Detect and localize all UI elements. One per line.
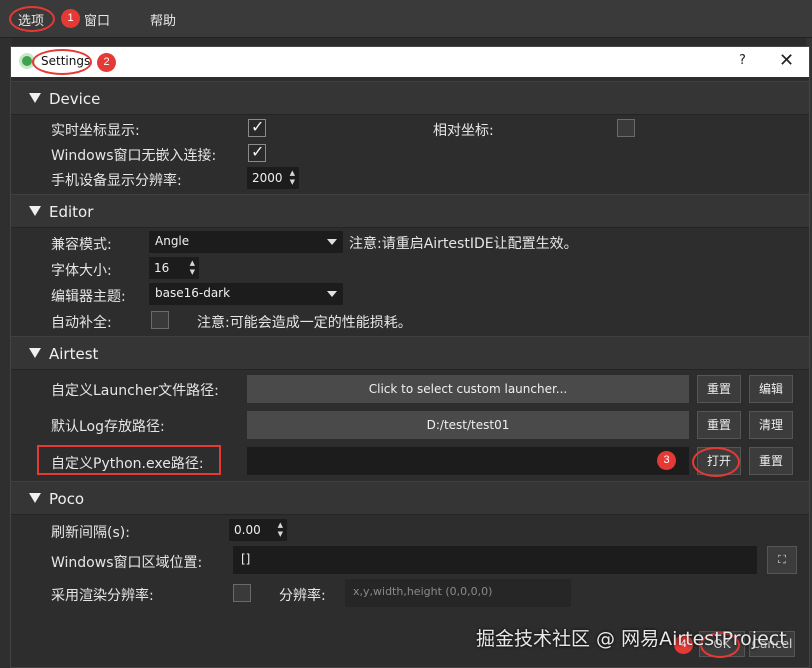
resolution-value: 2000: [252, 171, 283, 185]
annotation-circle-menu-options: [9, 6, 55, 32]
launcher-path-field[interactable]: Click to select custom launcher...: [247, 375, 689, 403]
autocomplete-label: 自动补全:: [51, 315, 112, 331]
annotation-badge-3: 3: [657, 451, 676, 470]
section-device-title: Device: [49, 90, 101, 108]
window-region-label: Windows窗口区域位置:: [51, 555, 203, 571]
realtime-coords-checkbox[interactable]: ✓: [248, 117, 266, 137]
settings-dialog: Settings ? ✕ Device 实时坐标显示: ✓ 相对坐标: Wind…: [10, 46, 810, 668]
section-editor-title: Editor: [49, 203, 94, 221]
render-resolution-label: 采用渲染分辨率:: [51, 588, 154, 604]
render-resolution-checkbox[interactable]: [233, 584, 251, 602]
spin-arrows-icon[interactable]: ▲ ▼: [278, 521, 283, 539]
section-airtest-header[interactable]: Airtest: [11, 336, 809, 370]
section-editor-header[interactable]: Editor: [11, 194, 809, 228]
refresh-interval-spinbox[interactable]: 0.00 ▲ ▼: [229, 519, 287, 541]
log-reset-button[interactable]: 重置: [697, 411, 741, 439]
chevron-down-icon: [327, 239, 337, 245]
refresh-interval-value: 0.00: [234, 523, 261, 537]
compat-mode-note: 注意:请重启AirtestIDE让配置生效。: [349, 236, 578, 252]
spin-arrows-icon[interactable]: ▲ ▼: [290, 169, 295, 187]
poco-resolution-input[interactable]: x,y,width,height (0,0,0,0): [345, 579, 571, 607]
compat-mode-select[interactable]: Angle: [149, 231, 343, 253]
window-region-input[interactable]: []: [233, 546, 757, 574]
python-reset-button[interactable]: 重置: [749, 447, 793, 475]
poco-resolution-label: 分辨率:: [279, 588, 326, 604]
triangle-down-icon: [29, 206, 41, 216]
windows-embed-checkbox[interactable]: ✓: [248, 142, 266, 162]
compat-mode-label: 兼容模式:: [51, 237, 112, 253]
windows-embed-label: Windows窗口无嵌入连接:: [51, 148, 217, 164]
python-path-field[interactable]: [247, 447, 689, 475]
annotation-badge-2: 2: [97, 53, 116, 72]
annotation-badge-1: 1: [61, 9, 80, 28]
fullscreen-icon[interactable]: ⛶: [767, 546, 797, 574]
watermark-text: 掘金技术社区 @ 网易AirtestProject: [476, 628, 787, 650]
section-poco-header[interactable]: Poco: [11, 481, 809, 515]
menu-window[interactable]: 窗口: [84, 10, 110, 29]
dialog-titlebar[interactable]: Settings ? ✕: [11, 47, 809, 77]
app-menubar: 选项 窗口 帮助: [0, 0, 812, 38]
help-button[interactable]: ?: [739, 53, 746, 68]
font-size-label: 字体大小:: [51, 263, 112, 279]
triangle-down-icon: [29, 348, 41, 358]
launcher-path-label: 自定义Launcher文件路径:: [51, 383, 219, 399]
spin-arrows-icon[interactable]: ▲ ▼: [190, 259, 195, 277]
compat-mode-value: Angle: [155, 234, 190, 248]
section-device-header[interactable]: Device: [11, 81, 809, 115]
log-clear-button[interactable]: 清理: [749, 411, 793, 439]
chevron-down-icon: [327, 291, 337, 297]
triangle-down-icon: [29, 493, 41, 503]
editor-theme-value: base16-dark: [155, 286, 231, 300]
log-path-field[interactable]: D:/test/test01: [247, 411, 689, 439]
section-poco-title: Poco: [49, 490, 85, 508]
section-airtest-title: Airtest: [49, 345, 99, 363]
annotation-circle-settings-title: [32, 49, 92, 75]
checkmark-icon: ✓: [251, 117, 265, 136]
checkmark-icon: ✓: [251, 142, 265, 161]
close-icon[interactable]: ✕: [779, 50, 794, 71]
launcher-reset-button[interactable]: 重置: [697, 375, 741, 403]
annotation-circle-open-button: [692, 447, 740, 477]
triangle-down-icon: [29, 93, 41, 103]
annotation-box-python-path: [37, 445, 221, 475]
relative-coords-label: 相对坐标:: [433, 123, 494, 139]
autocomplete-note: 注意:可能会造成一定的性能损耗。: [197, 315, 412, 331]
realtime-coords-label: 实时坐标显示:: [51, 123, 140, 139]
relative-coords-checkbox[interactable]: [617, 119, 635, 137]
editor-theme-select[interactable]: base16-dark: [149, 283, 343, 305]
launcher-edit-button[interactable]: 编辑: [749, 375, 793, 403]
menu-help[interactable]: 帮助: [150, 10, 176, 29]
autocomplete-checkbox[interactable]: [151, 311, 169, 329]
resolution-spinbox[interactable]: 2000 ▲ ▼: [247, 167, 299, 189]
font-size-value: 16: [154, 261, 170, 275]
editor-theme-label: 编辑器主题:: [51, 289, 126, 305]
resolution-label: 手机设备显示分辨率:: [51, 173, 182, 189]
refresh-interval-label: 刷新间隔(s):: [51, 525, 130, 541]
log-path-label: 默认Log存放路径:: [51, 419, 165, 435]
font-size-spinbox[interactable]: 16 ▲ ▼: [149, 257, 199, 279]
